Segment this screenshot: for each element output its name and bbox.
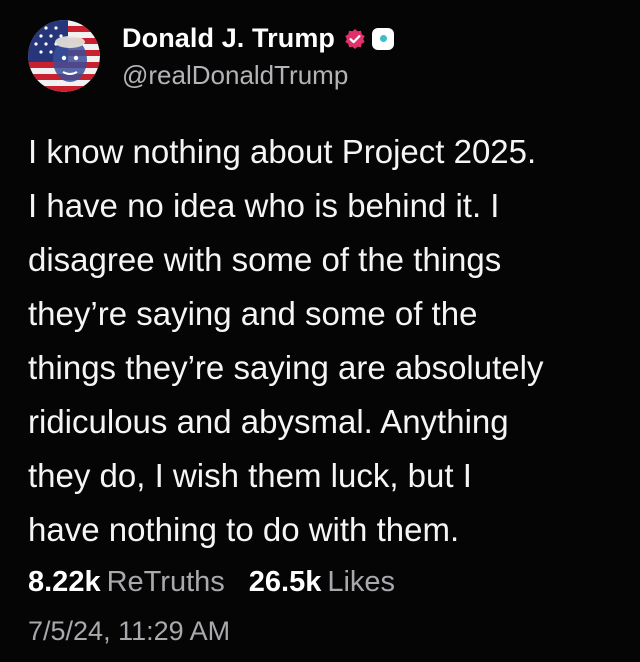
post-body-line: have nothing to do with them. — [28, 511, 460, 548]
post-body: I know nothing about Project 2025. I hav… — [28, 125, 618, 557]
likes-label: Likes — [327, 566, 396, 598]
post-body-line: ridiculous and abysmal. Anything — [28, 403, 509, 440]
verified-check-icon — [344, 28, 366, 50]
retruths-count: 8.22k — [28, 566, 101, 598]
likes-stat[interactable]: 26.5k Likes — [249, 566, 395, 599]
post-body-line: things they’re saying are absolutely — [28, 349, 544, 386]
avatar[interactable] — [28, 20, 100, 92]
name-row: Donald J. Trump — [122, 22, 395, 56]
truth-post: Donald J. Trump @realDonaldTrump I know … — [0, 0, 640, 662]
post-body-line: they do, I wish them luck, but I — [28, 457, 472, 494]
post-timestamp[interactable]: 7/5/24, 11:29 AM — [28, 616, 230, 647]
post-header: Donald J. Trump @realDonaldTrump — [28, 20, 395, 92]
author-handle[interactable]: @realDonaldTrump — [122, 60, 394, 91]
retruths-label: ReTruths — [106, 566, 225, 598]
retruths-stat[interactable]: 8.22k ReTruths — [28, 566, 225, 599]
author-display-name[interactable]: Donald J. Trump — [122, 23, 335, 54]
post-body-line: I know nothing about Project 2025. — [28, 133, 537, 170]
post-body-line: disagree with some of the things — [28, 241, 502, 278]
post-stats: 8.22k ReTruths 26.5k Likes — [28, 566, 395, 599]
badge-dot — [379, 35, 387, 42]
post-body-line: they’re saying and some of the — [28, 295, 478, 332]
post-body-line: I have no idea who is behind it. I — [28, 187, 500, 224]
likes-count: 26.5k — [248, 566, 322, 598]
author-names: Donald J. Trump @realDonaldTrump — [122, 22, 395, 91]
affiliate-badge-icon — [372, 27, 395, 50]
